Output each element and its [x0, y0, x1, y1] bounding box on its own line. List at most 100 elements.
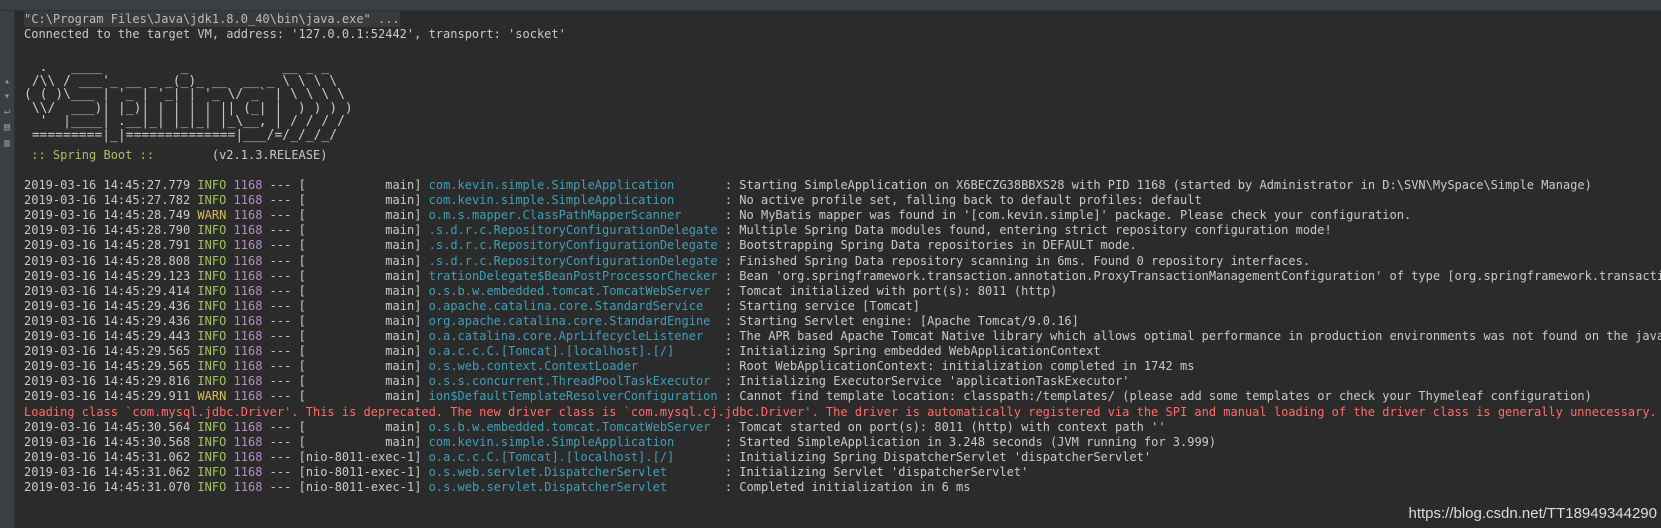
scroll-down-icon[interactable]: ▾ [2, 92, 12, 102]
log-bracket: ] [414, 374, 429, 389]
log-pid: 1168 [233, 193, 263, 208]
banner-line: . ____ _ __ _ _ [24, 60, 330, 75]
log-thread: main [305, 389, 415, 404]
log-bracket: ] [414, 193, 429, 208]
log-message: : Initializing Spring embedded WebApplic… [724, 344, 1101, 359]
log-line: 2019-03-16 14:45:29.565 INFO 1168 --- [ … [24, 343, 1101, 359]
log-separator: --- [ [262, 389, 306, 404]
log-pid: 1168 [233, 359, 263, 374]
log-message: : Starting SimpleApplication on X6BECZG3… [724, 178, 1592, 192]
log-thread: main [305, 329, 415, 343]
log-bracket: ] [414, 178, 429, 192]
log-separator: --- [ [262, 464, 306, 479]
log-pid: 1168 [233, 253, 263, 268]
log-thread: main [305, 298, 415, 313]
log-level: INFO [197, 283, 227, 298]
log-separator: --- [ [262, 223, 306, 238]
log-pid: 1168 [233, 283, 263, 298]
log-message: : Bean 'org.springframework.transaction.… [724, 268, 1661, 283]
log-line: 2019-03-16 14:45:29.911 WARN 1168 --- [ … [24, 388, 1592, 404]
log-separator: --- [ [262, 419, 306, 434]
log-pid: 1168 [233, 223, 263, 238]
log-level: INFO [197, 329, 227, 343]
log-error-line: Loading class `com.mysql.jdbc.Driver'. T… [24, 404, 1657, 420]
log-separator: --- [ [262, 178, 306, 192]
log-timestamp: 2019-03-16 14:45:29.436 [24, 298, 191, 313]
log-level: INFO [197, 268, 227, 283]
log-line: 2019-03-16 14:45:31.070 INFO 1168 --- [n… [24, 479, 971, 495]
run-command: "C:\Program Files\Java\jdk1.8.0_40\bin\j… [24, 11, 400, 27]
log-pid: 1168 [233, 178, 263, 192]
log-timestamp: 2019-03-16 14:45:28.749 [24, 208, 191, 223]
log-line: 2019-03-16 14:45:28.791 INFO 1168 --- [ … [24, 237, 1137, 253]
log-separator: --- [ [262, 344, 306, 359]
log-logger: o.apache.catalina.core.StandardService [428, 298, 718, 313]
log-message: : Multiple Spring Data modules found, en… [724, 223, 1332, 238]
log-line: 2019-03-16 14:45:30.564 INFO 1168 --- [ … [24, 419, 1166, 435]
scroll-up-icon[interactable]: ▴ [2, 77, 12, 87]
log-thread: nio-8011-exec-1 [305, 449, 415, 464]
log-logger: o.a.c.c.C.[Tomcat].[localhost].[/] [428, 449, 718, 464]
log-separator: --- [ [262, 329, 306, 343]
log-bracket: ] [414, 389, 429, 404]
log-pid: 1168 [233, 434, 263, 449]
log-level: INFO [197, 238, 227, 253]
log-line: 2019-03-16 14:45:27.782 INFO 1168 --- [ … [24, 192, 1202, 208]
log-timestamp: 2019-03-16 14:45:30.568 [24, 434, 191, 449]
log-logger: .s.d.r.c.RepositoryConfigurationDelegate [428, 238, 718, 253]
log-line: 2019-03-16 14:45:29.436 INFO 1168 --- [ … [24, 313, 1079, 329]
log-level: INFO [197, 193, 227, 208]
log-thread: main [305, 193, 415, 208]
log-level: INFO [197, 223, 227, 238]
log-message: : Bootstrapping Spring Data repositories… [724, 238, 1137, 253]
log-message: : No active profile set, falling back to… [724, 193, 1202, 208]
log-timestamp: 2019-03-16 14:45:29.911 [24, 389, 191, 404]
log-separator: --- [ [262, 434, 306, 449]
log-bracket: ] [414, 283, 429, 298]
log-level: INFO [197, 419, 227, 434]
log-logger: .s.d.r.c.RepositoryConfigurationDelegate [428, 223, 718, 238]
console-output[interactable]: "C:\Program Files\Java\jdk1.8.0_40\bin\j… [24, 11, 1661, 528]
log-pid: 1168 [233, 389, 263, 404]
log-level: INFO [197, 253, 227, 268]
log-line: 2019-03-16 14:45:28.790 INFO 1168 --- [ … [24, 222, 1332, 238]
banner-line: =========|_|==============|___/=/_/_/_/ [24, 127, 338, 143]
log-bracket: ] [414, 359, 429, 374]
clear-all-icon[interactable]: ▥ [2, 139, 12, 149]
log-line: 2019-03-16 14:45:29.443 INFO 1168 --- [ … [24, 328, 1661, 344]
log-level: INFO [197, 480, 227, 494]
log-level: INFO [197, 374, 227, 389]
log-logger: o.s.b.w.embedded.tomcat.TomcatWebServer [428, 419, 718, 434]
log-logger: o.m.s.mapper.ClassPathMapperScanner [428, 208, 718, 223]
log-pid: 1168 [233, 419, 263, 434]
log-bracket: ] [414, 344, 429, 359]
log-pid: 1168 [233, 480, 263, 494]
log-thread: main [305, 253, 415, 268]
log-pid: 1168 [233, 238, 263, 253]
log-timestamp: 2019-03-16 14:45:31.062 [24, 449, 191, 464]
log-thread: main [305, 359, 415, 374]
log-bracket: ] [414, 298, 429, 313]
log-timestamp: 2019-03-16 14:45:29.443 [24, 329, 191, 343]
log-level: WARN [197, 389, 227, 404]
log-separator: --- [ [262, 374, 306, 389]
log-message: : Finished Spring Data repository scanni… [724, 253, 1311, 268]
log-timestamp: 2019-03-16 14:45:30.564 [24, 419, 191, 434]
print-icon[interactable]: ▤ [2, 123, 12, 133]
log-bracket: ] [414, 480, 429, 494]
log-message: : Starting service [Tomcat] [724, 298, 920, 313]
log-timestamp: 2019-03-16 14:45:29.436 [24, 313, 191, 328]
soft-wrap-icon[interactable]: ↵ [2, 107, 12, 117]
log-timestamp: 2019-03-16 14:45:29.123 [24, 268, 191, 283]
log-logger: o.s.web.servlet.DispatcherServlet [428, 480, 718, 494]
log-level: INFO [197, 313, 227, 328]
log-timestamp: 2019-03-16 14:45:31.070 [24, 480, 191, 494]
log-logger: o.s.s.concurrent.ThreadPoolTaskExecutor [428, 374, 718, 389]
log-bracket: ] [414, 208, 429, 223]
log-bracket: ] [414, 329, 429, 343]
log-logger: trationDelegate$BeanPostProcessorChecker [428, 268, 718, 283]
log-line: 2019-03-16 14:45:29.123 INFO 1168 --- [ … [24, 268, 1661, 284]
log-bracket: ] [414, 268, 429, 283]
log-line: 2019-03-16 14:45:31.062 INFO 1168 --- [n… [24, 449, 1151, 465]
log-message: : Tomcat initialized with port(s): 8011 … [724, 283, 1058, 298]
